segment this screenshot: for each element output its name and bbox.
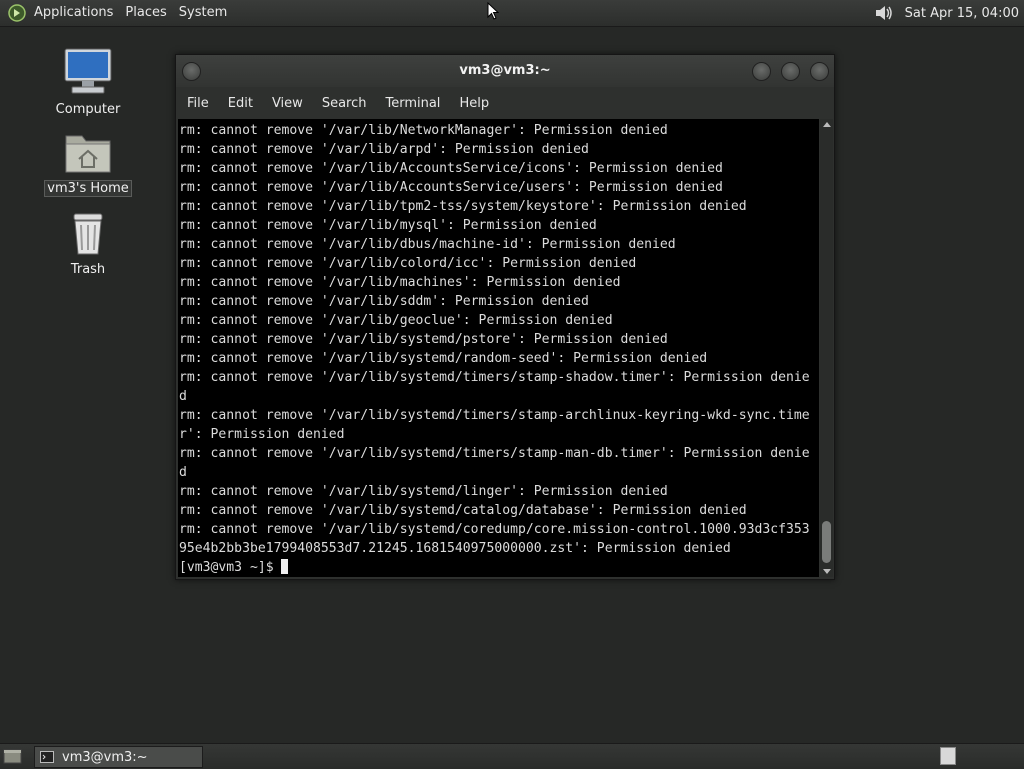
close-button[interactable]	[810, 62, 829, 81]
terminal-line: rm: cannot remove '/var/lib/dbus/machine…	[179, 237, 676, 252]
window-menu-button[interactable]	[182, 62, 201, 81]
minimize-button[interactable]	[752, 62, 771, 81]
terminal-line: rm: cannot remove '/var/lib/systemd/time…	[179, 446, 810, 461]
terminal-line: rm: cannot remove '/var/lib/arpd': Permi…	[179, 142, 589, 157]
terminal-line: rm: cannot remove '/var/lib/mysql': Perm…	[179, 218, 597, 233]
terminal-line: rm: cannot remove '/var/lib/machines': P…	[179, 275, 621, 290]
clock[interactable]: Sat Apr 15, 04:00	[905, 6, 1024, 21]
scrollbar-thumb[interactable]	[822, 521, 831, 563]
panel-tray: Sat Apr 15, 04:00	[873, 0, 1024, 26]
terminal-line: rm: cannot remove '/var/lib/systemd/time…	[179, 408, 810, 423]
terminal-prompt-line[interactable]: [vm3@vm3 ~]$	[179, 558, 819, 577]
terminal-line: rm: cannot remove '/var/lib/systemd/core…	[179, 522, 810, 537]
distro-logo-icon[interactable]	[8, 4, 26, 22]
terminal-line: rm: cannot remove '/var/lib/systemd/rand…	[179, 351, 708, 366]
terminal-line: rm: cannot remove '/var/lib/colord/icc':…	[179, 256, 637, 271]
bottom-panel: vm3@vm3:~	[0, 743, 1024, 769]
terminal-line: rm: cannot remove '/var/lib/systemd/time…	[179, 370, 810, 385]
scroll-down-arrow-icon[interactable]	[823, 569, 831, 574]
desktop-icon-home[interactable]: vm3's Home	[38, 128, 138, 197]
terminal-line: rm: cannot remove '/var/lib/tpm2-tss/sys…	[179, 199, 747, 214]
terminal-line: rm: cannot remove '/var/lib/systemd/cata…	[179, 503, 747, 518]
terminal-line: rm: cannot remove '/var/lib/AccountsServ…	[179, 161, 723, 176]
terminal-lines: rm: cannot remove '/var/lib/NetworkManag…	[178, 119, 819, 577]
volume-icon[interactable]	[873, 2, 895, 24]
terminal-line: d	[179, 389, 187, 404]
terminal-line: d	[179, 465, 187, 480]
trash-icon	[73, 213, 103, 255]
taskbar-terminal-button[interactable]: vm3@vm3:~	[34, 746, 203, 768]
terminal-line: rm: cannot remove '/var/lib/systemd/ling…	[179, 484, 668, 499]
terminal-line: rm: cannot remove '/var/lib/sddm': Permi…	[179, 294, 589, 309]
desktop-icon-label: Computer	[55, 102, 121, 117]
menu-edit[interactable]: Edit	[225, 96, 256, 111]
mouse-pointer-icon	[487, 2, 499, 20]
taskbar-button-label: vm3@vm3:~	[62, 749, 148, 765]
terminal-line: rm: cannot remove '/var/lib/NetworkManag…	[179, 123, 668, 138]
system-menu[interactable]: System	[173, 0, 233, 26]
terminal-line: 95e4b2bb3be1799408553d7.21245.1681540975…	[179, 541, 731, 556]
workspace-switcher[interactable]	[940, 747, 956, 765]
desktop-icon-label: vm3's Home	[44, 180, 132, 197]
terminal-line: rm: cannot remove '/var/lib/AccountsServ…	[179, 180, 723, 195]
terminal-output[interactable]: rm: cannot remove '/var/lib/NetworkManag…	[178, 119, 819, 577]
applications-menu[interactable]: Applications	[28, 0, 119, 26]
text-cursor	[281, 559, 289, 574]
menu-view[interactable]: View	[269, 96, 306, 111]
terminal-line: rm: cannot remove '/var/lib/geoclue': Pe…	[179, 313, 613, 328]
shell-prompt: [vm3@vm3 ~]$	[179, 560, 282, 575]
computer-icon	[64, 48, 112, 94]
menu-file[interactable]: File	[184, 96, 212, 111]
desktop-icon-label: Trash	[70, 262, 106, 277]
menu-search[interactable]: Search	[319, 96, 370, 111]
maximize-button[interactable]	[781, 62, 800, 81]
home-folder-icon	[65, 135, 111, 173]
window-title: vm3@vm3:~	[459, 63, 551, 78]
menu-help[interactable]: Help	[456, 96, 492, 111]
terminal-icon	[40, 751, 54, 763]
places-menu[interactable]: Places	[119, 0, 172, 26]
terminal-scrollbar[interactable]	[820, 119, 833, 577]
top-panel: Applications Places System Sat Apr 15, 0…	[0, 0, 1024, 27]
menu-terminal[interactable]: Terminal	[382, 96, 443, 111]
terminal-line: r': Permission denied	[179, 427, 345, 442]
terminal-window[interactable]: vm3@vm3:~ File Edit View Search Terminal…	[175, 54, 835, 580]
window-title-bar[interactable]: vm3@vm3:~	[176, 55, 834, 87]
show-desktop-icon[interactable]	[3, 747, 22, 765]
terminal-line: rm: cannot remove '/var/lib/systemd/psto…	[179, 332, 668, 347]
scroll-up-arrow-icon[interactable]	[823, 122, 831, 127]
desktop-icon-trash[interactable]: Trash	[38, 210, 138, 277]
desktop-icon-computer[interactable]: Computer	[38, 46, 138, 117]
terminal-menubar: File Edit View Search Terminal Help	[176, 87, 834, 119]
